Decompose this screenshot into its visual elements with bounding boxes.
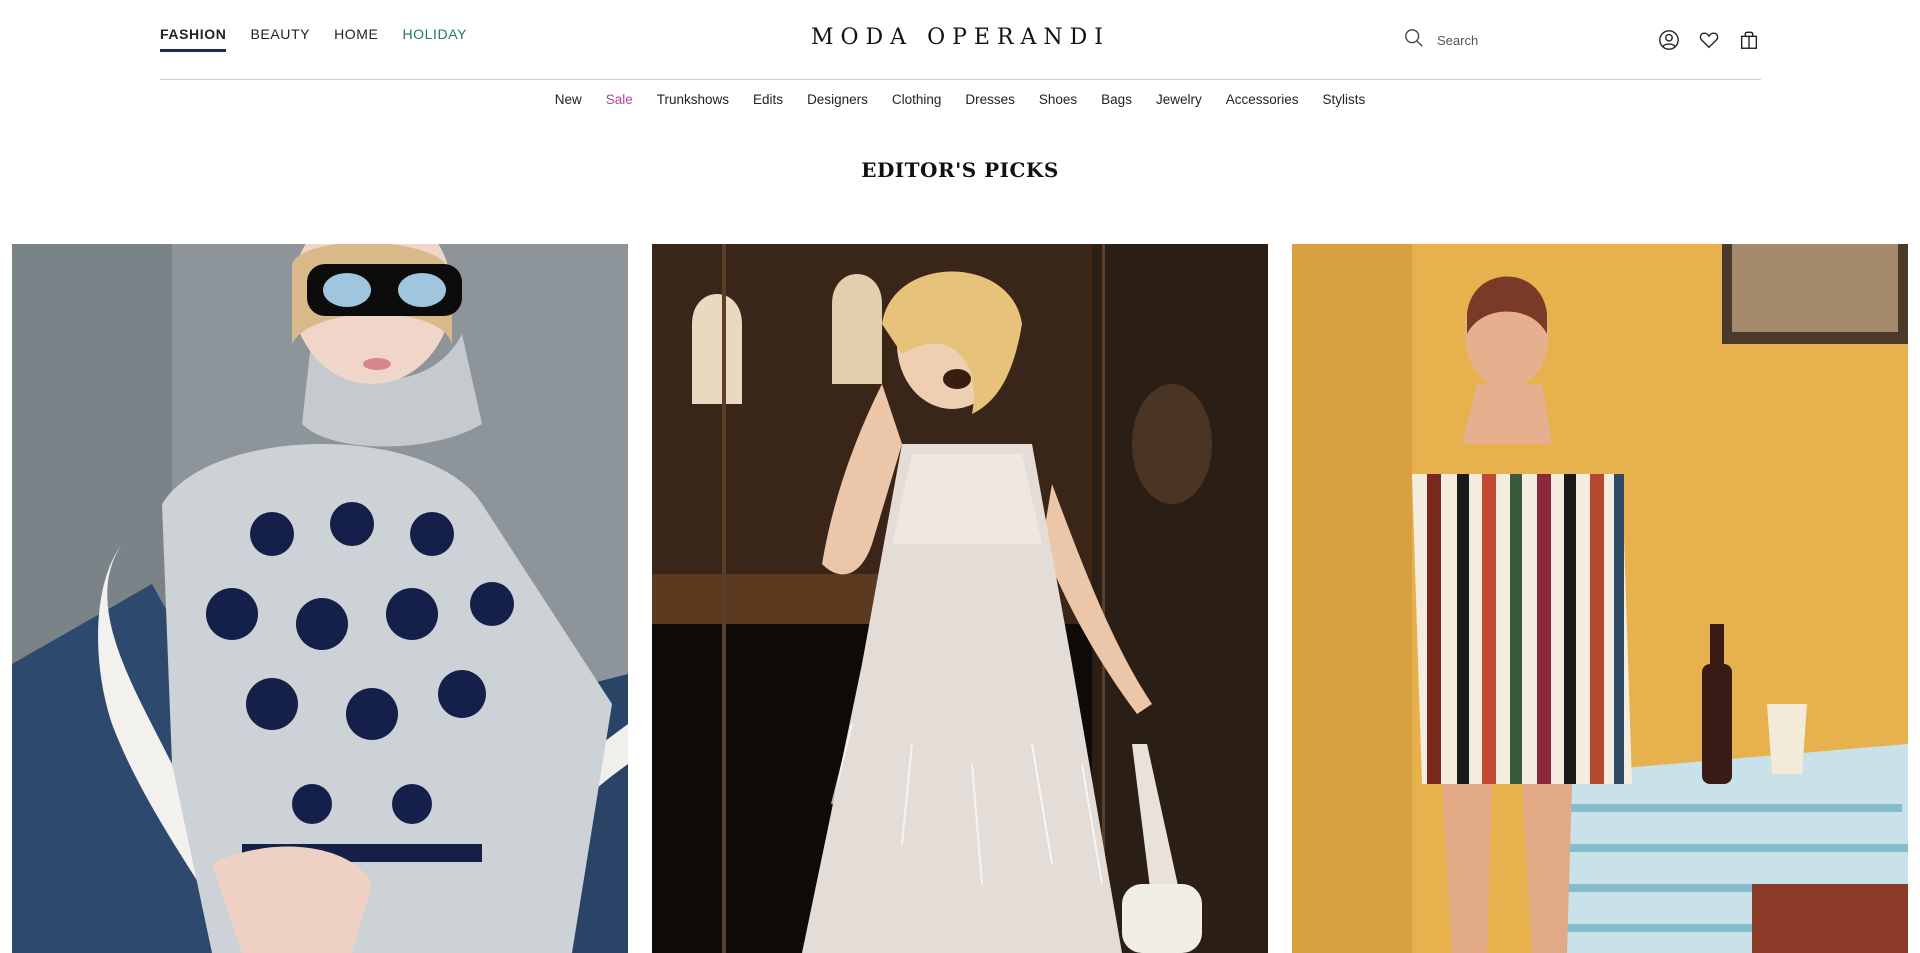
- subnav-clothing[interactable]: Clothing: [892, 92, 942, 107]
- subnav-jewelry[interactable]: Jewelry: [1156, 92, 1202, 107]
- site-header: FASHION BEAUTY HOME HOLIDAY MODA OPERAND…: [160, 0, 1761, 80]
- pick-knit-sweater[interactable]: [12, 244, 628, 953]
- subnav-shoes[interactable]: Shoes: [1039, 92, 1077, 107]
- search-bar[interactable]: [1403, 28, 1613, 52]
- subnav-accessories[interactable]: Accessories: [1226, 92, 1299, 107]
- pick-striped-dress-image: [1292, 244, 1908, 953]
- pick-striped-dress[interactable]: [1292, 244, 1908, 953]
- editors-picks-grid: [12, 244, 1908, 953]
- pick-feather-dress-image: [652, 244, 1268, 953]
- shopping-bag-icon[interactable]: [1737, 28, 1761, 52]
- subnav-bags[interactable]: Bags: [1101, 92, 1132, 107]
- subnav-sale[interactable]: Sale: [606, 92, 633, 107]
- subnav-edits[interactable]: Edits: [753, 92, 783, 107]
- subnav-dresses[interactable]: Dresses: [965, 92, 1015, 107]
- header-icons: [1657, 28, 1761, 52]
- heart-icon[interactable]: [1697, 28, 1721, 52]
- subnav-trunkshows[interactable]: Trunkshows: [657, 92, 729, 107]
- sub-navigation: New Sale Trunkshows Edits Designers Clot…: [0, 92, 1920, 107]
- account-icon[interactable]: [1657, 28, 1681, 52]
- search-icon[interactable]: [1403, 27, 1425, 54]
- section-title: EDITOR'S PICKS: [861, 158, 1059, 182]
- search-input[interactable]: [1437, 32, 1597, 48]
- subnav-new[interactable]: New: [555, 92, 582, 107]
- pick-knit-sweater-image: [12, 244, 628, 953]
- subnav-designers[interactable]: Designers: [807, 92, 868, 107]
- pick-feather-dress[interactable]: [652, 244, 1268, 953]
- subnav-stylists[interactable]: Stylists: [1323, 92, 1366, 107]
